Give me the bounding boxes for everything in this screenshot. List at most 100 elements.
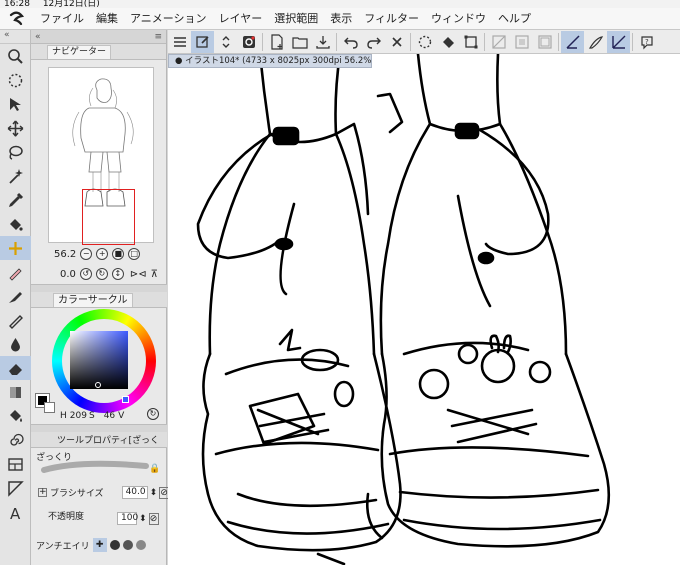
- blend-icon[interactable]: [0, 380, 31, 404]
- menu-filter[interactable]: フィルター: [358, 8, 425, 30]
- flip-vertical-icon[interactable]: ⊼: [151, 269, 158, 280]
- h-value[interactable]: 209: [70, 411, 87, 421]
- opacity-label-row: 不透明度: [48, 509, 84, 522]
- fill-bucket-tool-icon[interactable]: [0, 212, 31, 236]
- edit-layer-icon[interactable]: [191, 30, 214, 53]
- brush-size-stepper-icon[interactable]: ⬍: [150, 488, 158, 498]
- eyedropper-icon[interactable]: [0, 188, 31, 212]
- zoom-fit-icon[interactable]: ■: [112, 248, 125, 260]
- menu-animation[interactable]: アニメーション: [124, 8, 213, 30]
- brush-size-field[interactable]: 40.0: [121, 486, 148, 499]
- sv-cursor[interactable]: [95, 382, 101, 388]
- svg-text:A: A: [10, 505, 21, 521]
- lock-icon[interactable]: 🔒: [149, 464, 160, 474]
- document-title: イラスト104* (4733 x 8025px 300dpi 56.2%): [185, 56, 372, 66]
- menu-layer[interactable]: レイヤー: [213, 8, 269, 30]
- opacity-pressure-icon[interactable]: ⊘: [148, 512, 159, 525]
- antialias-strong-icon[interactable]: [135, 540, 146, 550]
- antialias-weak-icon[interactable]: [109, 540, 120, 550]
- save-icon[interactable]: [311, 31, 334, 53]
- brush-shape-icon[interactable]: [584, 31, 607, 53]
- zoom-value[interactable]: 56.2: [54, 249, 76, 260]
- transform-icon[interactable]: [459, 31, 482, 53]
- stabilizer-icon[interactable]: [561, 30, 584, 53]
- document-dot-icon: ●: [175, 56, 186, 66]
- antialias-medium-icon[interactable]: [122, 540, 133, 550]
- collapse-arrows-icon[interactable]: «: [0, 30, 30, 44]
- marker-icon[interactable]: [0, 284, 31, 308]
- navigator-viewport-frame[interactable]: [82, 189, 135, 245]
- expand-icon[interactable]: +: [38, 488, 47, 497]
- opacity-field[interactable]: 100: [117, 512, 138, 525]
- undo-icon[interactable]: [339, 31, 362, 53]
- brush-size-row: + ブラシサイズ 40.0 ⬍ ⊘: [38, 486, 170, 499]
- clear-icon[interactable]: [385, 31, 408, 53]
- move-icon[interactable]: [0, 116, 31, 140]
- menu-help[interactable]: ヘルプ: [492, 8, 537, 30]
- zoom-actual-icon[interactable]: □: [128, 248, 141, 260]
- tab-navigator[interactable]: ナビゲーター: [47, 44, 112, 59]
- eraser-icon[interactable]: [0, 356, 31, 380]
- add-point-icon[interactable]: [0, 236, 31, 260]
- navigator-preview[interactable]: [48, 67, 154, 245]
- new-file-icon[interactable]: [265, 31, 288, 53]
- saturation-value-square[interactable]: [70, 331, 128, 389]
- fill-bucket-icon[interactable]: [436, 31, 459, 53]
- collapse-left-icon[interactable]: «: [35, 30, 41, 43]
- hamburger-menu-icon[interactable]: [168, 31, 191, 53]
- rotate-right-icon[interactable]: ↻: [95, 268, 108, 280]
- toolbar-divider: [410, 32, 411, 51]
- hue-cursor[interactable]: [122, 396, 129, 403]
- zoom-in-icon[interactable]: +: [96, 248, 109, 260]
- zoom-out-icon[interactable]: −: [80, 248, 93, 260]
- magnifier-icon[interactable]: [0, 44, 31, 68]
- panel-menu-icon[interactable]: ≡: [154, 30, 162, 43]
- snap-grid-icon[interactable]: [510, 31, 533, 53]
- watercolor-icon[interactable]: [0, 332, 31, 356]
- flip-horizontal-icon[interactable]: ⊳⊲: [130, 269, 147, 280]
- loading-icon[interactable]: [413, 31, 436, 53]
- brush-stroke-preview: [41, 460, 149, 473]
- opacity-stepper-icon[interactable]: ⬍: [139, 514, 147, 524]
- pressure-curve-icon[interactable]: [607, 30, 630, 53]
- redo-icon[interactable]: [362, 31, 385, 53]
- app-logo-icon[interactable]: [0, 8, 34, 30]
- rotation-value[interactable]: 0.0: [60, 269, 76, 280]
- ruler-icon[interactable]: [0, 476, 31, 500]
- lasso-icon[interactable]: [0, 140, 31, 164]
- pencil-icon[interactable]: [0, 308, 31, 332]
- snap-off-icon[interactable]: [487, 31, 510, 53]
- tab-color-circle[interactable]: カラーサークル: [53, 292, 133, 307]
- menu-view[interactable]: 表示: [324, 8, 358, 30]
- switch-icon[interactable]: [214, 31, 237, 53]
- open-folder-icon[interactable]: [288, 31, 311, 53]
- menu-file[interactable]: ファイル: [34, 8, 90, 30]
- command-bar: ?: [168, 30, 680, 54]
- s-value[interactable]: 46: [104, 411, 115, 421]
- app-settings-icon[interactable]: [237, 31, 260, 53]
- spiral-icon[interactable]: [0, 428, 31, 452]
- menu-edit[interactable]: 編集: [90, 8, 124, 30]
- rotate-left-icon[interactable]: ↺: [79, 268, 92, 280]
- color-settings-icon[interactable]: ↻: [147, 408, 159, 420]
- opacity-label: 不透明度: [48, 512, 85, 522]
- fill-icon[interactable]: [0, 404, 31, 428]
- select-icon[interactable]: [0, 92, 31, 116]
- snap-special-icon[interactable]: [533, 31, 556, 53]
- help-icon[interactable]: ?: [635, 31, 658, 53]
- pen-icon[interactable]: [0, 260, 31, 284]
- rotate-reset-icon[interactable]: ↕: [111, 268, 124, 280]
- frame-icon[interactable]: [0, 452, 31, 476]
- antialias-none-icon[interactable]: ✚: [92, 538, 107, 552]
- menu-selection[interactable]: 選択範囲: [268, 8, 324, 30]
- panel-header: « ≡: [31, 30, 166, 44]
- antialias-label: アンチエイリ: [36, 541, 90, 552]
- rotate-view-icon[interactable]: [0, 68, 31, 92]
- menu-window[interactable]: ウィンドウ: [425, 8, 492, 30]
- auto-select-icon[interactable]: [0, 164, 31, 188]
- sub-color-swatch[interactable]: [44, 402, 55, 413]
- drawing-canvas[interactable]: [168, 54, 680, 565]
- document-tab[interactable]: ● イラスト104* (4733 x 8025px 300dpi 56.2%): [168, 54, 372, 68]
- tab-tool-property[interactable]: ツールプロパティ[ざっく: [57, 433, 159, 446]
- text-icon[interactable]: A: [0, 500, 31, 524]
